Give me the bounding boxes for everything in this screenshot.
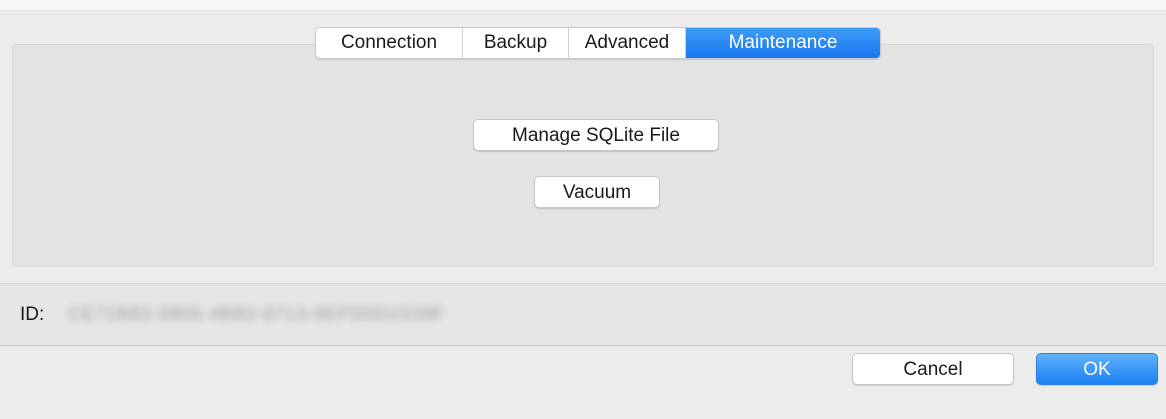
manage-sqlite-file-button[interactable]: Manage SQLite File [473,119,719,151]
tab-advanced[interactable]: Advanced [569,28,686,58]
title-bar-edge [0,0,1166,11]
vacuum-button[interactable]: Vacuum [534,176,660,208]
tab-connection[interactable]: Connection [316,28,463,58]
id-value: CE71B83-0905-4B83-8713-8EFD0D1539F [68,304,446,324]
id-row: ID: CE71B83-0905-4B83-8713-8EFD0D1539F [0,283,1166,346]
tab-bar: Connection Backup Advanced Maintenance [315,27,881,59]
tab-backup[interactable]: Backup [463,28,569,58]
tab-maintenance[interactable]: Maintenance [686,28,880,58]
ok-button[interactable]: OK [1036,353,1158,385]
cancel-button[interactable]: Cancel [852,353,1014,385]
preferences-window: Manage SQLite File Vacuum Connection Bac… [0,0,1166,419]
id-label: ID: [20,304,45,325]
tab-panel: Manage SQLite File Vacuum [12,44,1154,267]
